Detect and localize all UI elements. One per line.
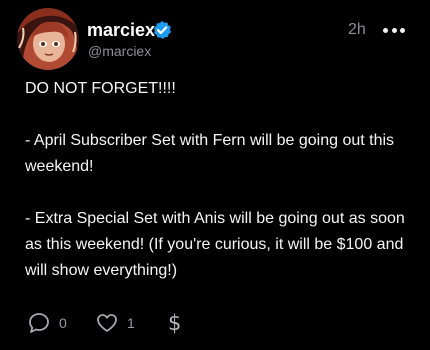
post-card: marciex @marciex 2h DO NOT FORGET!!!! - … [0, 0, 430, 350]
comment-bubble-icon [29, 313, 49, 333]
dollar-tip-icon: $ [168, 311, 182, 335]
heart-icon [97, 314, 117, 332]
post-body-line: - April Subscriber Set with Fern will be… [25, 132, 395, 175]
like-button[interactable]: 1 [95, 310, 135, 336]
post-body-line: DO NOT FORGET!!!! [25, 80, 176, 97]
likes-count: 1 [127, 315, 135, 331]
user-handle[interactable]: @marciex [88, 43, 151, 59]
comments-count: 0 [59, 315, 67, 331]
more-options-button[interactable] [383, 22, 405, 38]
post-body: DO NOT FORGET!!!! - April Subscriber Set… [25, 76, 420, 284]
avatar-illustration [17, 8, 79, 70]
verified-check-badge-icon [153, 21, 171, 39]
display-name[interactable]: marciex [87, 20, 155, 40]
post-body-line: - Extra Special Set with Anis will be go… [25, 210, 405, 279]
more-horizontal-icon [383, 27, 388, 33]
avatar[interactable] [17, 8, 79, 70]
comment-button[interactable]: 0 [27, 310, 67, 336]
tip-button[interactable]: $ [168, 310, 181, 336]
post-timestamp: 2h [348, 21, 366, 38]
